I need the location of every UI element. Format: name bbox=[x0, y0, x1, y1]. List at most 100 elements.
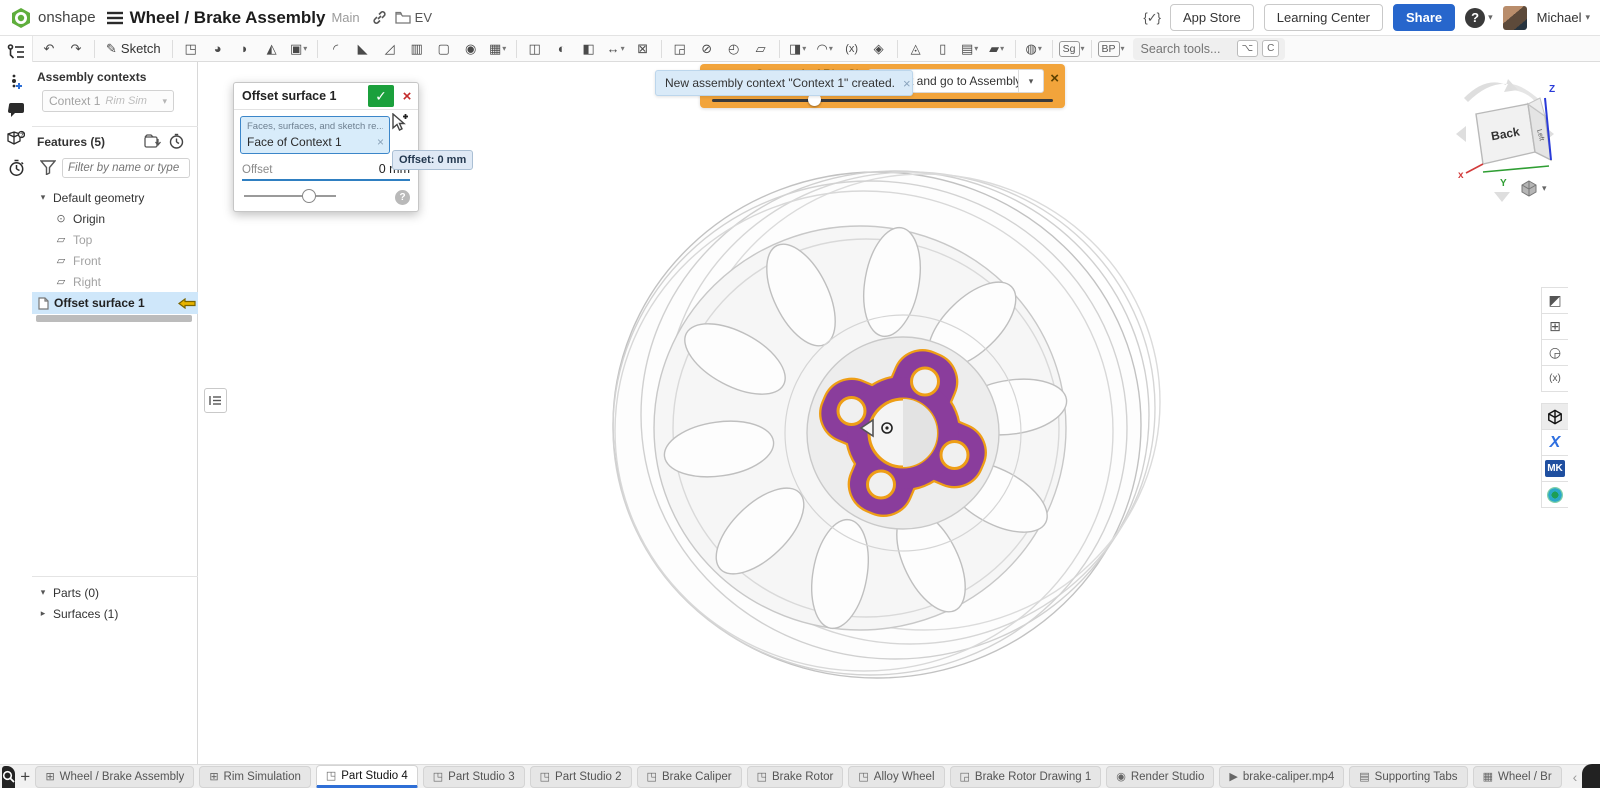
history-panel-icon[interactable] bbox=[4, 156, 28, 180]
curve-tools-icon[interactable]: ◠▾ bbox=[812, 38, 838, 60]
tab-wheel-image[interactable]: ▦Wheel / Br bbox=[1473, 766, 1562, 788]
in-context-icon[interactable]: ◬ bbox=[903, 38, 929, 60]
shell-icon[interactable]: ▢ bbox=[431, 38, 457, 60]
tab-part-studio-4[interactable]: ◳Part Studio 4 bbox=[316, 765, 418, 788]
share-button[interactable]: Share bbox=[1393, 4, 1455, 31]
cancel-button[interactable]: × bbox=[396, 85, 418, 107]
derived-icon[interactable]: ◈ bbox=[866, 38, 892, 60]
faces-selection-box[interactable]: Faces, surfaces, and sketch re... Face o… bbox=[240, 116, 390, 154]
chevron-down-icon[interactable]: ▾ bbox=[1018, 70, 1043, 92]
user-menu[interactable]: Michael ▾ bbox=[1537, 10, 1590, 25]
boolean-icon[interactable]: ◐ bbox=[549, 38, 575, 60]
feature-list-panel-icon[interactable] bbox=[4, 40, 28, 64]
xometry-app-icon[interactable]: X bbox=[1541, 429, 1568, 456]
feature-list-flyout-button[interactable] bbox=[204, 388, 227, 413]
tab-brake-rotor[interactable]: ◳Brake Rotor bbox=[747, 766, 844, 788]
custom-features-icon[interactable]: ◍▾ bbox=[1021, 38, 1047, 60]
selection-group-button[interactable]: Sg▾ bbox=[1058, 38, 1086, 60]
search-tools-input[interactable] bbox=[1139, 41, 1233, 57]
extrude-icon[interactable]: ◳ bbox=[178, 38, 204, 60]
search-tools[interactable]: ⌥ C bbox=[1133, 38, 1286, 60]
workspace-name[interactable]: Main bbox=[331, 10, 359, 25]
learning-center-button[interactable]: Learning Center bbox=[1264, 4, 1383, 31]
delete-face-icon[interactable]: ⊘ bbox=[694, 38, 720, 60]
sweep-icon[interactable]: ◗ bbox=[232, 38, 258, 60]
slider-knob[interactable] bbox=[302, 189, 316, 203]
bom-panel-icon[interactable]: ⊞ bbox=[1541, 313, 1568, 340]
delete-part-icon[interactable]: ⊠ bbox=[630, 38, 656, 60]
mirror-icon[interactable]: ◫ bbox=[522, 38, 548, 60]
hole-icon[interactable]: ◉ bbox=[458, 38, 484, 60]
loft-icon[interactable]: ◭ bbox=[259, 38, 285, 60]
prev-tabs-button[interactable]: ‹ bbox=[1567, 769, 1584, 785]
tree-item-top-plane[interactable]: ▱ Top bbox=[32, 229, 220, 250]
tab-part-studio-3[interactable]: ◳Part Studio 3 bbox=[423, 766, 525, 788]
rollback-bar[interactable] bbox=[36, 315, 192, 322]
avatar[interactable] bbox=[1503, 6, 1527, 30]
rollback-arrow-icon[interactable] bbox=[178, 298, 196, 309]
featurescript-icon[interactable]: {✓} bbox=[1143, 10, 1160, 26]
offset-input[interactable]: Offset 0 mm bbox=[242, 162, 410, 181]
mkcad-app-icon[interactable]: MK bbox=[1541, 455, 1568, 482]
thicken-icon[interactable]: ▣▾ bbox=[286, 38, 312, 60]
remove-selection-icon[interactable]: × bbox=[377, 135, 384, 149]
parts-group[interactable]: ▾ Parts (0) bbox=[32, 582, 204, 603]
app-store-button[interactable]: App Store bbox=[1170, 4, 1254, 31]
tree-item-right-plane[interactable]: ▱ Right bbox=[32, 271, 220, 292]
view-options-menu[interactable]: ▾ bbox=[1520, 180, 1547, 197]
hamburger-menu-icon[interactable] bbox=[106, 11, 124, 25]
split-icon[interactable]: ◧ bbox=[576, 38, 602, 60]
named-views-panel-icon[interactable] bbox=[1541, 403, 1568, 430]
toast-close-icon[interactable]: × bbox=[895, 76, 919, 91]
tab-render-studio[interactable]: ◉Render Studio bbox=[1106, 766, 1214, 788]
dialog-header[interactable]: Offset surface 1 ✓ × bbox=[234, 83, 418, 110]
mate-connector-panel-icon[interactable] bbox=[4, 70, 28, 94]
tree-item-front-plane[interactable]: ▱ Front bbox=[32, 250, 220, 271]
surfaces-group[interactable]: ▸ Surfaces (1) bbox=[32, 603, 204, 624]
context-select[interactable]: Context 1 Rim Sim ▾ bbox=[42, 90, 174, 112]
simulation-app-icon[interactable] bbox=[1541, 481, 1568, 508]
bp-button[interactable]: BP▾ bbox=[1097, 38, 1126, 60]
tab-brake-caliper[interactable]: ◳Brake Caliper bbox=[637, 766, 742, 788]
revolve-icon[interactable]: ◕ bbox=[205, 38, 231, 60]
variable-icon[interactable]: (x) bbox=[839, 38, 865, 60]
tab-part-studio-2[interactable]: ◳Part Studio 2 bbox=[530, 766, 632, 788]
help-menu[interactable]: ? ▾ bbox=[1465, 8, 1493, 28]
replace-face-icon[interactable]: ◴ bbox=[721, 38, 747, 60]
tab-manager-button[interactable] bbox=[2, 766, 15, 788]
default-geometry-group[interactable]: ▾ Default geometry bbox=[32, 187, 204, 208]
configuration-panel-icon[interactable]: ◶ bbox=[1541, 339, 1568, 366]
close-context-bar-icon[interactable]: × bbox=[1050, 70, 1059, 87]
tree-item-offset-surface[interactable]: Offset surface 1 bbox=[32, 292, 204, 314]
tab-wheel-brake-assembly[interactable]: ⊞Wheel / Brake Assembly bbox=[35, 766, 194, 788]
tab-supporting-tabs-folder[interactable]: ▤Supporting Tabs bbox=[1349, 766, 1467, 788]
viewport-3d[interactable]: Offset surface 1 ✓ × Faces, surfaces, an… bbox=[198, 62, 1600, 764]
transform-icon[interactable]: ↔▾ bbox=[603, 38, 629, 60]
learn-panel-icon[interactable]: ? bbox=[4, 126, 28, 150]
confirm-button[interactable]: ✓ bbox=[368, 85, 394, 107]
tables-icon[interactable]: ▤▾ bbox=[957, 38, 983, 60]
appearance-panel-icon[interactable]: ◩ bbox=[1541, 287, 1568, 314]
tab-brake-rotor-drawing-1[interactable]: ◲Brake Rotor Drawing 1 bbox=[950, 766, 1102, 788]
add-tab-button[interactable]: + bbox=[19, 767, 31, 787]
surface-tools-icon[interactable]: ◨▾ bbox=[785, 38, 811, 60]
fillet-icon[interactable]: ◜ bbox=[323, 38, 349, 60]
offset-slider[interactable] bbox=[244, 185, 408, 207]
feature-history-icon[interactable] bbox=[168, 133, 185, 150]
tab-brake-caliper-video[interactable]: ▶brake-caliper.mp4 bbox=[1219, 766, 1344, 788]
folder-breadcrumb[interactable]: EV bbox=[395, 10, 432, 25]
sketch-button[interactable]: ✎ Sketch bbox=[100, 38, 167, 60]
help-icon[interactable]: ? bbox=[395, 190, 410, 205]
undo-button[interactable]: ↶ bbox=[36, 38, 62, 60]
variables-panel-icon[interactable]: (x) bbox=[1541, 365, 1568, 392]
tab-rim-simulation[interactable]: ⊞Rim Simulation bbox=[199, 766, 311, 788]
sheet-metal-icon[interactable]: ▰▾ bbox=[984, 38, 1010, 60]
insert-folder-icon[interactable] bbox=[144, 134, 161, 149]
rib-icon[interactable]: ▥ bbox=[404, 38, 430, 60]
redo-button[interactable]: ↷ bbox=[63, 38, 89, 60]
draft-icon[interactable]: ◿ bbox=[377, 38, 403, 60]
linear-pattern-icon[interactable]: ▦▾ bbox=[485, 38, 511, 60]
filter-input[interactable] bbox=[62, 158, 190, 178]
chamfer-icon[interactable]: ◣ bbox=[350, 38, 376, 60]
tab-alloy-wheel[interactable]: ◳Alloy Wheel bbox=[848, 766, 944, 788]
